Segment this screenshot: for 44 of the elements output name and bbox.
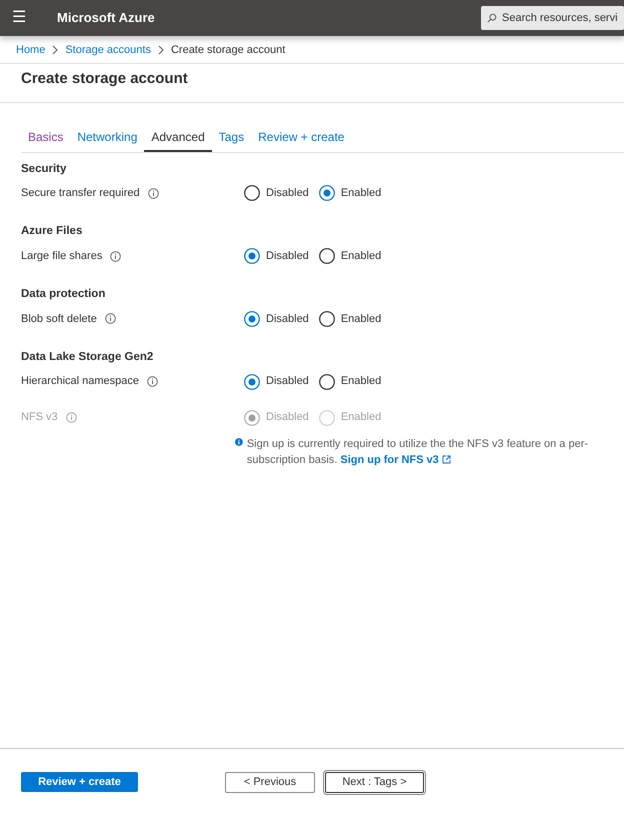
radio-option[interactable]: Enabled	[318, 310, 382, 328]
field-label: Hierarchical namespace	[21, 374, 139, 390]
info-icon	[148, 188, 159, 199]
brand-name: Microsoft Azure	[57, 9, 155, 28]
info-icon	[110, 250, 122, 262]
external-link-icon	[442, 455, 451, 464]
radio-option[interactable]: Disabled	[244, 185, 309, 202]
field-label: Large file shares	[21, 248, 102, 264]
radio-option[interactable]: Enabled	[318, 373, 382, 390]
tab[interactable]: Tags	[212, 122, 252, 152]
chevron-icon	[51, 45, 60, 56]
info-icon	[66, 412, 77, 424]
tab[interactable]: Review + create	[251, 122, 352, 152]
tab[interactable]: Networking	[70, 122, 144, 152]
radio-option[interactable]: Enabled	[318, 185, 382, 202]
field-label: Secure transfer required	[21, 186, 140, 202]
info-icon	[104, 313, 116, 324]
breadcrumb-current: Create storage account	[170, 43, 286, 58]
menu-icon[interactable]: ☰	[0, 10, 38, 26]
section-heading: Azure Files	[21, 225, 84, 240]
radio-option[interactable]: Disabled	[244, 310, 309, 328]
breadcrumb-link[interactable]: Storage accounts	[65, 42, 151, 58]
info-icon	[235, 436, 243, 448]
field-label: Blob soft delete	[21, 312, 97, 327]
tab[interactable]: Basics	[21, 122, 70, 152]
search-input[interactable]: Search resources, servi	[502, 10, 624, 26]
section-heading: Data protection	[21, 288, 106, 302]
section-heading: Data Lake Storage Gen2	[21, 350, 154, 365]
radio-option[interactable]: Disabled	[244, 248, 309, 264]
radio-option[interactable]: Enabled	[318, 248, 382, 264]
search-icon	[487, 12, 497, 24]
review-create-button[interactable]: Review + create	[21, 772, 138, 792]
section-heading: Security	[21, 162, 68, 176]
search-field[interactable]: Search resources, servi	[481, 6, 624, 30]
tab[interactable]: Advanced	[144, 122, 212, 152]
info-icon	[147, 376, 158, 388]
previous-button[interactable]: < Previous	[225, 772, 315, 792]
field-label: NFS v3	[21, 410, 58, 426]
radio-option[interactable]: Disabled	[244, 373, 309, 390]
next-button[interactable]: Next : Tags >	[325, 772, 424, 792]
page-title: Create storage account	[0, 64, 624, 102]
chevron-icon	[156, 45, 165, 56]
info-message: Sign up is currently required to utilize the the NFS v3 feature on a per-subscription basis. Sign up for NFS v3	[246, 436, 590, 468]
breadcrumb-link[interactable]: Home	[16, 42, 46, 58]
